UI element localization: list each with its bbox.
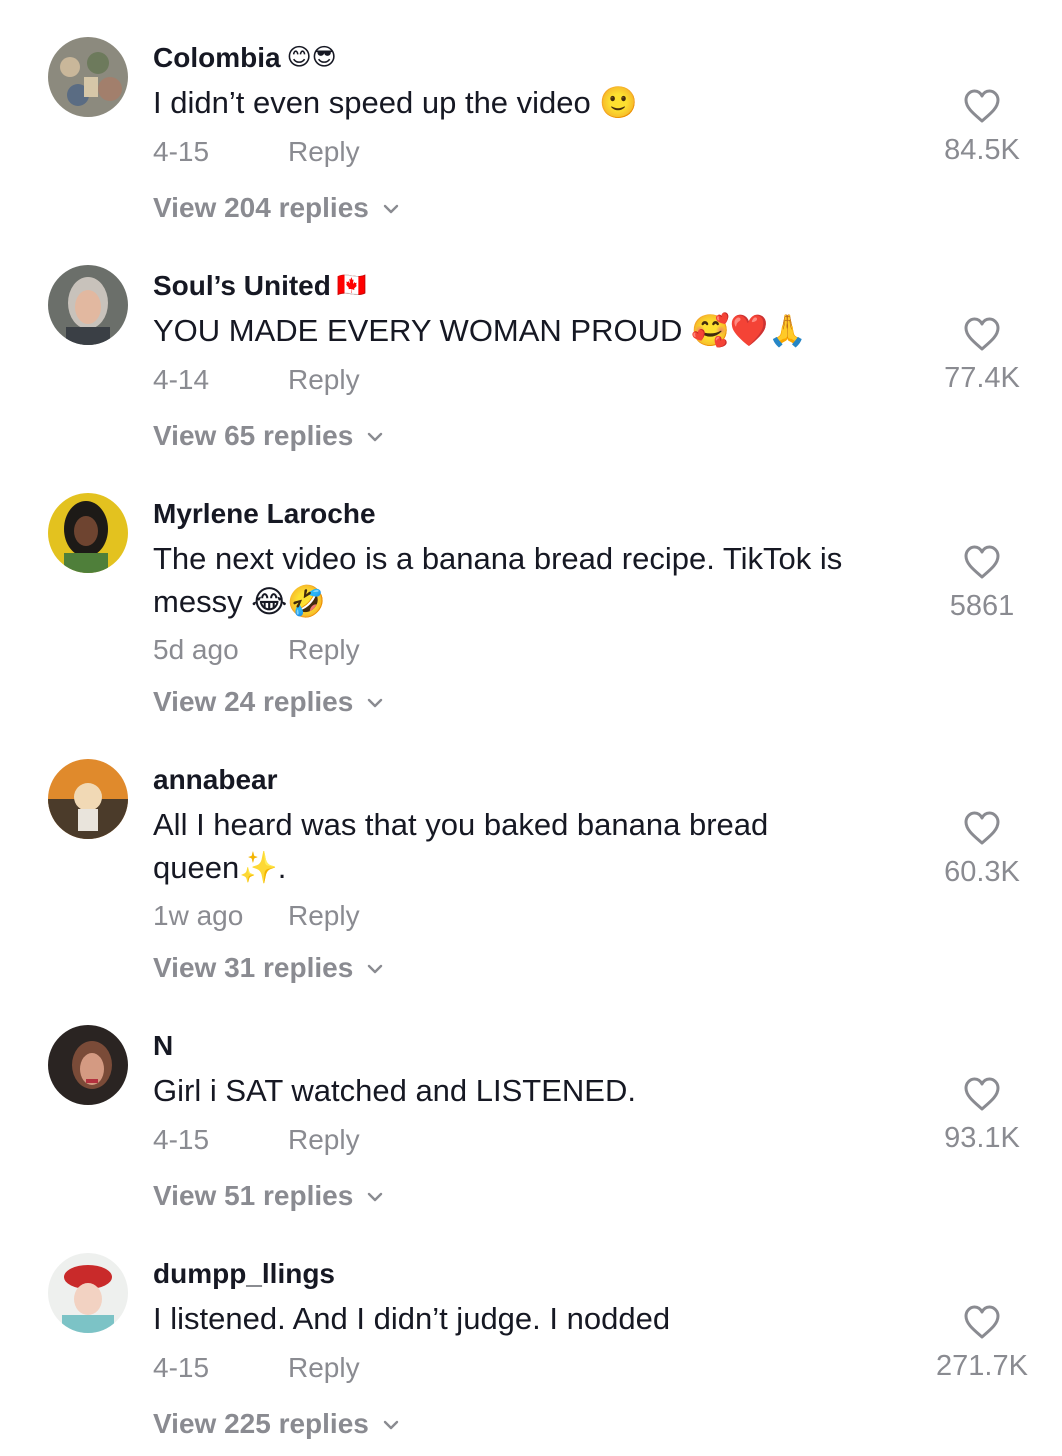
like-count: 93.1K	[944, 1122, 1020, 1154]
chevron-down-icon	[368, 1192, 383, 1202]
view-replies-button[interactable]: View 51 replies	[153, 1179, 383, 1213]
heart-outline-icon	[964, 1305, 1000, 1339]
like-count: 271.7K	[936, 1350, 1028, 1382]
comment-date: 4-15	[153, 1352, 210, 1383]
avatar[interactable]	[48, 493, 128, 573]
view-replies-button[interactable]: View 31 replies	[153, 951, 383, 985]
reply-button[interactable]: Reply	[288, 136, 360, 167]
avatar[interactable]	[48, 265, 128, 345]
chevron-down-icon	[368, 964, 383, 974]
comment-text: YOU MADE EVERY WOMAN PROUD 🥰❤️🙏	[153, 313, 807, 348]
chevron-down-icon	[368, 698, 383, 708]
comment-text: Girl i SAT watched and LISTENED.	[153, 1073, 636, 1108]
avatar[interactable]	[48, 1025, 128, 1105]
username[interactable]: Myrlene Laroche	[153, 497, 376, 531]
comment-meta: 5d ago Reply	[153, 633, 360, 667]
comment-meta: 1w ago Reply	[153, 899, 360, 933]
username[interactable]: N	[153, 1029, 173, 1063]
comment-date: 5d ago	[153, 634, 239, 665]
view-replies-button[interactable]: View 24 replies	[153, 685, 383, 719]
like-button[interactable]: 271.7K	[930, 1303, 1034, 1383]
comment-text: I listened. And I didn’t judge. I nodded	[153, 1301, 671, 1336]
username[interactable]: Colombia 😊😎	[153, 41, 337, 75]
avatar[interactable]	[48, 1253, 128, 1333]
view-replies-button[interactable]: View 204 replies	[153, 191, 399, 225]
like-count: 5861	[949, 590, 1015, 622]
comment-text: All I heard was that you baked banana br…	[153, 807, 769, 885]
comment-date: 4-15	[153, 136, 210, 167]
comment-meta: 4-15 Reply	[153, 1351, 360, 1385]
comment-meta: 4-14 Reply	[153, 363, 360, 397]
reply-button[interactable]: Reply	[288, 364, 360, 395]
reply-button[interactable]: Reply	[288, 1124, 360, 1155]
username[interactable]: dumpp_llings	[153, 1257, 335, 1291]
like-count: 60.3K	[944, 856, 1020, 888]
avatar[interactable]	[48, 37, 128, 117]
comment-date: 4-14	[153, 364, 210, 395]
heart-outline-icon	[964, 317, 1000, 351]
comment-date: 4-15	[153, 1124, 210, 1155]
avatar[interactable]	[48, 759, 128, 839]
chevron-down-icon	[383, 1420, 399, 1430]
comment-meta: 4-15 Reply	[153, 1123, 360, 1157]
view-replies-button[interactable]: View 65 replies	[153, 419, 383, 453]
heart-outline-icon	[964, 811, 1000, 845]
heart-outline-icon	[964, 545, 1000, 579]
comment-text: I didn’t even speed up the video 🙂	[153, 85, 638, 120]
like-button[interactable]: 60.3K	[930, 809, 1034, 889]
view-replies-button[interactable]: View 225 replies	[153, 1407, 399, 1441]
like-button[interactable]: 5861	[930, 543, 1034, 623]
like-button[interactable]: 84.5K	[930, 87, 1034, 167]
like-count: 77.4K	[944, 362, 1020, 394]
username[interactable]: annabear	[153, 763, 278, 797]
username-emoji: 😊😎	[286, 44, 337, 71]
reply-button[interactable]: Reply	[288, 1352, 360, 1383]
heart-outline-icon	[964, 89, 1000, 123]
comment-meta: 4-15 Reply	[153, 135, 360, 169]
like-button[interactable]: 77.4K	[930, 315, 1034, 395]
heart-outline-icon	[964, 1077, 1000, 1111]
comment-date: 1w ago	[153, 900, 244, 931]
username-emoji: 🇨🇦	[336, 272, 367, 299]
reply-button[interactable]: Reply	[288, 634, 360, 665]
chevron-down-icon	[368, 432, 383, 442]
like-count: 84.5K	[944, 134, 1020, 166]
reply-button[interactable]: Reply	[288, 900, 360, 931]
chevron-down-icon	[383, 204, 399, 214]
comment-text: The next video is a banana bread recipe.…	[153, 541, 843, 619]
like-button[interactable]: 93.1K	[930, 1075, 1034, 1155]
username[interactable]: Soul’s United 🇨🇦	[153, 269, 367, 303]
